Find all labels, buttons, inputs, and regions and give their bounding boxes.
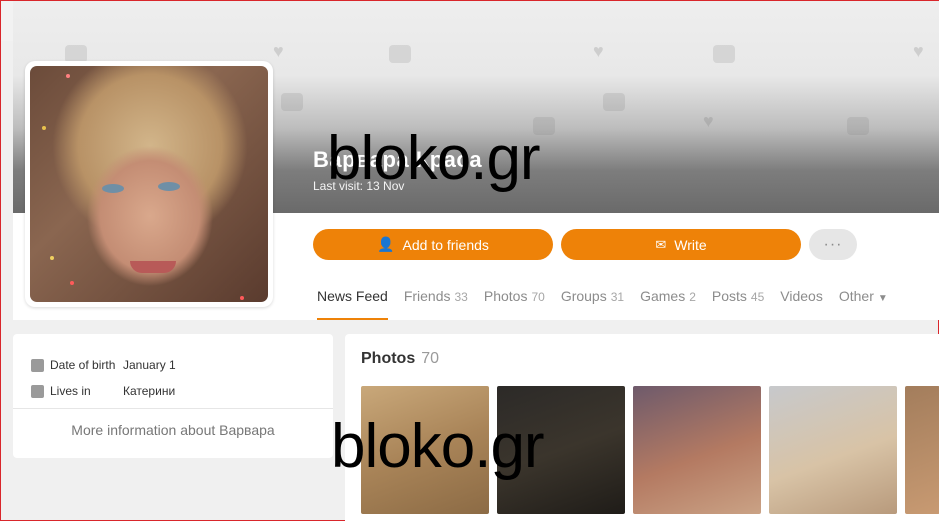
tab-label: News Feed	[317, 288, 388, 304]
tab-label: Other	[838, 288, 874, 304]
watermark: bloko.gr	[331, 412, 545, 481]
photo-thumbnail[interactable]	[769, 386, 897, 514]
watermark: bloko.gr	[327, 124, 541, 193]
tab-label: Photos	[483, 288, 528, 304]
home-icon	[31, 384, 44, 398]
photos-title[interactable]: Photos 70	[361, 350, 439, 368]
lives-label: Lives in	[50, 384, 91, 398]
avatar[interactable]	[25, 61, 273, 307]
photo-thumbnail[interactable]	[905, 386, 939, 514]
chevron-down-icon: ▼	[877, 293, 888, 304]
add-user-icon: 👤	[377, 236, 395, 252]
heart-pattern-icon: ♥	[703, 111, 714, 131]
tab-label: Posts	[711, 288, 747, 304]
info-card: Date of birth January 1 Lives in Катерин…	[13, 334, 333, 458]
photos-count: 70	[421, 350, 440, 367]
heart-pattern-icon: ♥	[273, 41, 284, 61]
envelope-icon: ✉	[655, 236, 667, 252]
write-label: Write	[674, 236, 707, 253]
sparkle	[50, 256, 54, 260]
lives-label-wrap: Lives in	[31, 384, 123, 398]
avatar-detail	[102, 184, 124, 193]
tab-count: 2	[689, 290, 696, 304]
calendar-icon	[31, 358, 44, 372]
tab-news-feed[interactable]: News Feed	[317, 288, 388, 320]
tab-posts[interactable]: Posts 45	[712, 288, 764, 304]
heart-pattern-icon: ♥	[913, 41, 924, 61]
more-info-link[interactable]: More information about Варвара	[13, 422, 333, 438]
more-options-button[interactable]: ···	[809, 229, 857, 260]
tab-friends[interactable]: Friends 33	[404, 288, 468, 304]
tab-other[interactable]: Other ▼	[839, 288, 888, 304]
birth-label-wrap: Date of birth	[31, 358, 123, 372]
lives-value[interactable]: Катерини	[123, 384, 175, 398]
divider	[13, 408, 333, 409]
tab-groups[interactable]: Groups 31	[561, 288, 624, 304]
tab-label: Groups	[560, 288, 607, 304]
add-to-friends-label: Add to friends	[402, 236, 489, 253]
tab-label: Videos	[780, 288, 823, 304]
pattern-icon	[713, 45, 735, 63]
profile-nav: News Feed Friends 33 Photos 70 Groups 31…	[317, 288, 888, 320]
avatar-detail	[130, 261, 176, 273]
tab-photos[interactable]: Photos 70	[484, 288, 545, 304]
photos-title-label: Photos	[361, 350, 416, 367]
sparkle	[66, 74, 70, 78]
tab-label: Friends	[403, 288, 451, 304]
lives-row: Lives in Катерини	[31, 384, 175, 398]
pattern-icon	[603, 93, 625, 111]
birth-value: January 1	[123, 358, 176, 372]
avatar-detail	[158, 182, 180, 191]
sparkle	[70, 281, 74, 285]
sparkle	[240, 296, 244, 300]
pattern-icon	[281, 93, 303, 111]
birth-label: Date of birth	[50, 358, 116, 372]
write-button[interactable]: ✉ Write	[561, 229, 801, 260]
pattern-icon	[847, 117, 869, 135]
tab-games[interactable]: Games 2	[640, 288, 696, 304]
pattern-icon	[389, 45, 411, 63]
photo-thumbnail[interactable]	[633, 386, 761, 514]
tab-videos[interactable]: Videos	[780, 288, 823, 304]
tab-label: Games	[640, 288, 686, 304]
add-to-friends-button[interactable]: 👤 Add to friends	[313, 229, 553, 260]
sparkle	[42, 126, 46, 130]
tab-count: 45	[750, 290, 765, 304]
tab-count: 31	[610, 290, 625, 304]
avatar-photo	[30, 66, 268, 302]
heart-pattern-icon: ♥	[593, 41, 604, 61]
birth-row: Date of birth January 1	[31, 358, 176, 372]
tab-count: 33	[454, 290, 468, 304]
tab-count: 70	[531, 290, 545, 304]
